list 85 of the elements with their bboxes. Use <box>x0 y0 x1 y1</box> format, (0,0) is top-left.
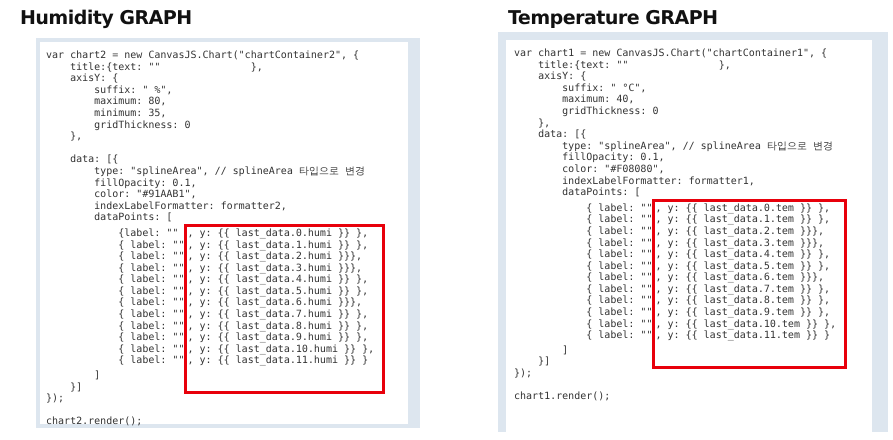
code-line: title:{text: "" }, <box>69 62 264 73</box>
code-line: { label: "" <box>117 240 184 251</box>
code-line: { label: "" <box>585 272 652 284</box>
code-line: { label: "" <box>585 318 652 330</box>
section-heading: Temperature GRAPH <box>507 6 719 31</box>
code-line: { label: "" <box>585 226 652 238</box>
code-line: , y: {{ last_data.7.tem }} }, <box>655 284 832 296</box>
code-line: { label: "" <box>585 260 652 272</box>
code-line: }] <box>69 382 84 394</box>
code-line: indexLabelFormatter: formatter2, <box>93 200 288 212</box>
code-line: , y: {{ last_data.3.humi }}}, <box>187 262 362 274</box>
code-line: , y: {{ last_data.0.humi }} }, <box>187 228 370 240</box>
code-line: , y: {{ last_data.11.humi }} } <box>187 355 370 368</box>
code-line: axisY: { <box>69 73 120 85</box>
code-line: {label: "" <box>117 228 180 240</box>
code-line: gridThickness: 0 <box>93 120 192 132</box>
code-line: ] <box>93 370 102 382</box>
code-line: { label: "" <box>117 274 184 286</box>
code-line: { label: "" <box>117 344 184 355</box>
code-line: , y: {{ last_data.3.tem }}}, <box>655 238 826 248</box>
code-line: { label: "" <box>117 251 184 263</box>
code-line: , y: {{ last_data.4.humi }} }, <box>187 274 370 286</box>
code-line: { label: "" <box>585 307 652 319</box>
code-line: axisY: { <box>537 71 588 83</box>
code-line: maximum: 40, <box>561 94 636 106</box>
code-line: { label: "" <box>585 284 652 295</box>
code-line: , y: {{ last_data.6.tem }}}, <box>655 272 826 284</box>
code-line: { label: "" <box>585 238 652 249</box>
code-line: { label: "" <box>585 295 652 307</box>
code-line: suffix: " %", <box>93 84 174 96</box>
code-line: { label: "" <box>585 249 652 261</box>
code-line: type: "splineArea", // splineArea 타입으로 변경 <box>93 166 366 178</box>
code-line: color: "#91AAB1", <box>93 189 198 201</box>
code-line: , y: {{ last_data.5.humi }} }, <box>187 286 370 298</box>
code-line: , y: {{ last_data.1.humi }} }, <box>187 240 370 250</box>
code-line: , y: {{ last_data.9.tem }} }, <box>655 307 832 319</box>
code-line: maximum: 80, <box>93 96 168 108</box>
code-line: { label: "" <box>117 262 184 274</box>
code-line: ] <box>561 344 570 356</box>
code-line: , y: {{ last_data.1.tem }} }, <box>655 214 832 226</box>
code-line: , y: {{ last_data.7.humi }} }, <box>187 309 370 321</box>
code-line: indexLabelFormatter: formatter1, <box>561 176 756 187</box>
code-line: type: "splineArea", // splineArea 타입으로 변경 <box>561 140 834 152</box>
code-line: }); <box>46 393 66 405</box>
code-line: chart2.render(); <box>46 416 144 428</box>
code-line: { label: "" <box>117 355 184 368</box>
code-line: fillOpacity: 0.1, <box>561 152 666 164</box>
code-line: suffix: " °C", <box>561 82 648 94</box>
code-line: }] <box>537 356 552 368</box>
code-line: { label: "" <box>117 320 184 332</box>
code-line: color: "#F08080", <box>561 164 666 176</box>
code-line: { label: "" <box>585 214 652 226</box>
code-line: , y: {{ last_data.0.tem }} }, <box>655 202 832 214</box>
code-line: fillOpacity: 0.1, <box>93 178 198 189</box>
code-line: var chart1 = new CanvasJS.Chart("chartContainer1", { <box>514 48 828 60</box>
code-line: gridThickness: 0 <box>561 106 660 118</box>
code-line: , y: {{ last_data.2.humi }}}, <box>187 251 364 263</box>
code-line: , y: {{ last_data.8.tem }} }, <box>655 295 832 307</box>
code-line: , y: {{ last_data.8.humi }} }, <box>187 320 370 332</box>
code-line: data: [{ <box>69 154 120 166</box>
code-line: , y: {{ last_data.4.tem }} }, <box>655 249 832 261</box>
code-line: , y: {{ last_data.9.humi }} }, <box>187 332 370 344</box>
code-line: { label: "" <box>117 332 184 344</box>
code-line: dataPoints: [ <box>93 212 174 224</box>
code-line: { label: "" <box>117 297 184 309</box>
code-line: { label: "" <box>117 286 184 297</box>
code-line: minimum: 35, <box>93 108 168 120</box>
code-line: chart1.render(); <box>514 391 612 403</box>
code-line: }); <box>514 368 534 380</box>
code-line: dataPoints: [ <box>561 187 642 199</box>
code-line: , y: {{ last_data.10.humi }} }, <box>187 344 374 356</box>
code-line: data: [{ <box>537 129 588 141</box>
code-line: , y: {{ last_data.6.humi }}}, <box>187 297 364 309</box>
code-line: title:{text: "" }, <box>537 60 732 71</box>
code-line: { label: "" <box>585 330 652 342</box>
code-line: , y: {{ last_data.11.tem }} } <box>655 330 832 342</box>
code-line: { label: "" <box>585 202 652 214</box>
code-line: }, <box>69 131 84 143</box>
code-line: }, <box>537 118 552 129</box>
code-line: , y: {{ last_data.5.tem }} }, <box>655 260 832 272</box>
section-heading: Humidity GRAPH <box>19 6 193 31</box>
code-line: , y: {{ last_data.10.tem }} }, <box>655 318 836 330</box>
code-line: { label: "" <box>117 309 184 321</box>
code-line: , y: {{ last_data.2.tem }}}, <box>655 226 826 238</box>
code-line: var chart2 = new CanvasJS.Chart("chartContainer2", { <box>46 50 360 62</box>
